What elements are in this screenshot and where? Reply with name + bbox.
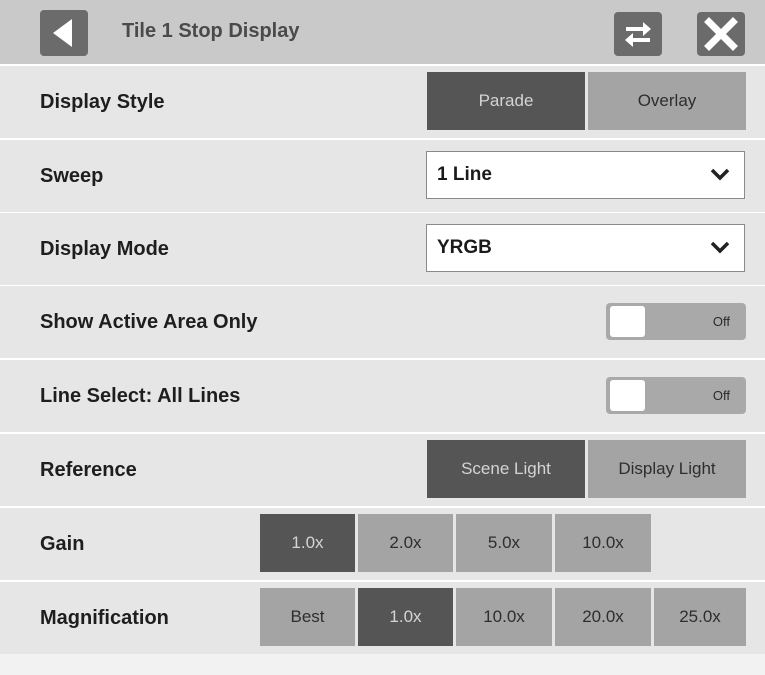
toggle-knob bbox=[610, 306, 645, 337]
magnification-best-button[interactable]: Best bbox=[260, 588, 355, 646]
display-style-label: Display Style bbox=[40, 91, 165, 113]
display-style-parade-button[interactable]: Parade bbox=[427, 72, 585, 130]
gain-1x-button[interactable]: 1.0x bbox=[260, 514, 355, 572]
display-mode-dropdown[interactable]: YRGB bbox=[426, 224, 745, 272]
gain-row: Gain 1.0x 2.0x 5.0x 10.0x bbox=[0, 508, 765, 580]
toggle-state: Off bbox=[712, 314, 730, 329]
chevron-down-icon bbox=[710, 241, 730, 254]
gain-label: Gain bbox=[40, 533, 85, 555]
page-title: Tile 1 Stop Display bbox=[122, 20, 300, 42]
reference-display-light-button[interactable]: Display Light bbox=[588, 440, 746, 498]
magnification-row: Magnification Best 1.0x 10.0x 20.0x 25.0… bbox=[0, 582, 765, 654]
show-active-area-label: Show Active Area Only bbox=[40, 311, 258, 333]
swap-arrows-icon bbox=[625, 22, 651, 47]
chevron-down-icon bbox=[710, 168, 730, 181]
back-arrow-icon bbox=[53, 19, 72, 47]
title-bar: Tile 1 Stop Display bbox=[0, 0, 765, 64]
reference-scene-light-button[interactable]: Scene Light bbox=[427, 440, 585, 498]
close-button[interactable] bbox=[697, 12, 745, 56]
line-select-row: Line Select: All Lines Off bbox=[0, 360, 765, 432]
display-mode-label: Display Mode bbox=[40, 238, 169, 260]
gain-5x-button[interactable]: 5.0x bbox=[456, 514, 552, 572]
magnification-1x-button[interactable]: 1.0x bbox=[358, 588, 453, 646]
display-mode-row: Display Mode YRGB bbox=[0, 213, 765, 285]
display-mode-value: YRGB bbox=[437, 237, 492, 258]
background-strip bbox=[0, 654, 765, 675]
show-active-area-toggle[interactable]: Off bbox=[606, 303, 746, 340]
magnification-20x-button[interactable]: 20.0x bbox=[555, 588, 651, 646]
reference-row: Reference Scene Light Display Light bbox=[0, 434, 765, 506]
sweep-label: Sweep bbox=[40, 165, 104, 187]
magnification-10x-button[interactable]: 10.0x bbox=[456, 588, 552, 646]
toggle-knob bbox=[610, 380, 645, 411]
sweep-row: Sweep 1 Line bbox=[0, 140, 765, 212]
magnification-25x-button[interactable]: 25.0x bbox=[654, 588, 746, 646]
back-button[interactable] bbox=[40, 10, 88, 56]
line-select-toggle[interactable]: Off bbox=[606, 377, 746, 414]
sweep-dropdown[interactable]: 1 Line bbox=[426, 151, 745, 199]
gain-2x-button[interactable]: 2.0x bbox=[358, 514, 453, 572]
sweep-value: 1 Line bbox=[437, 164, 492, 185]
magnification-label: Magnification bbox=[40, 607, 169, 629]
display-style-overlay-button[interactable]: Overlay bbox=[588, 72, 746, 130]
close-x-icon bbox=[704, 17, 738, 51]
reference-label: Reference bbox=[40, 459, 137, 481]
show-active-area-row: Show Active Area Only Off bbox=[0, 286, 765, 358]
display-style-row: Display Style Parade Overlay bbox=[0, 66, 765, 138]
gain-10x-button[interactable]: 10.0x bbox=[555, 514, 651, 572]
line-select-label: Line Select: All Lines bbox=[40, 385, 241, 407]
toggle-state: Off bbox=[712, 388, 730, 403]
swap-button[interactable] bbox=[614, 12, 662, 56]
